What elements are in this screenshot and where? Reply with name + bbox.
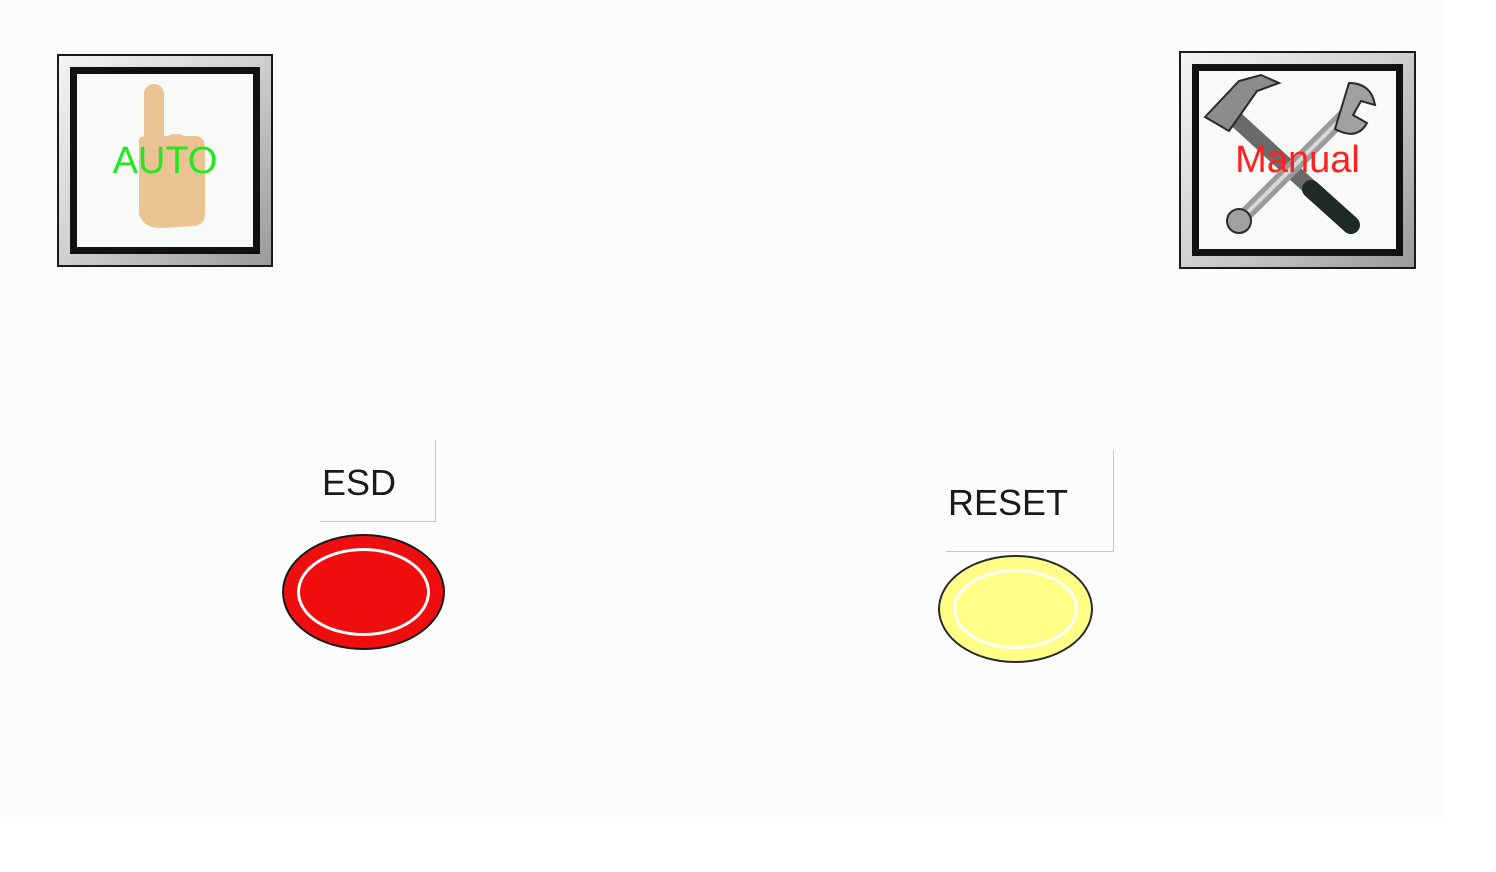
hmi-screen: AUTO Manual ESD RESET [0,0,1443,818]
reset-button-ring [953,569,1078,649]
auto-mode-button[interactable]: AUTO [57,54,273,267]
auto-label: AUTO [112,139,218,182]
reset-label: RESET [948,482,1069,523]
manual-mode-button[interactable]: Manual [1179,51,1416,269]
auto-button-face: AUTO [70,67,260,254]
reset-button[interactable] [938,555,1093,663]
esd-label: ESD [322,462,397,503]
manual-label: Manual [1235,139,1360,181]
esd-label-panel: ESD [320,440,436,522]
esd-button-ring [297,548,430,636]
manual-button-face: Manual [1192,64,1403,256]
reset-label-panel: RESET [946,450,1114,552]
esd-button[interactable] [282,534,445,650]
